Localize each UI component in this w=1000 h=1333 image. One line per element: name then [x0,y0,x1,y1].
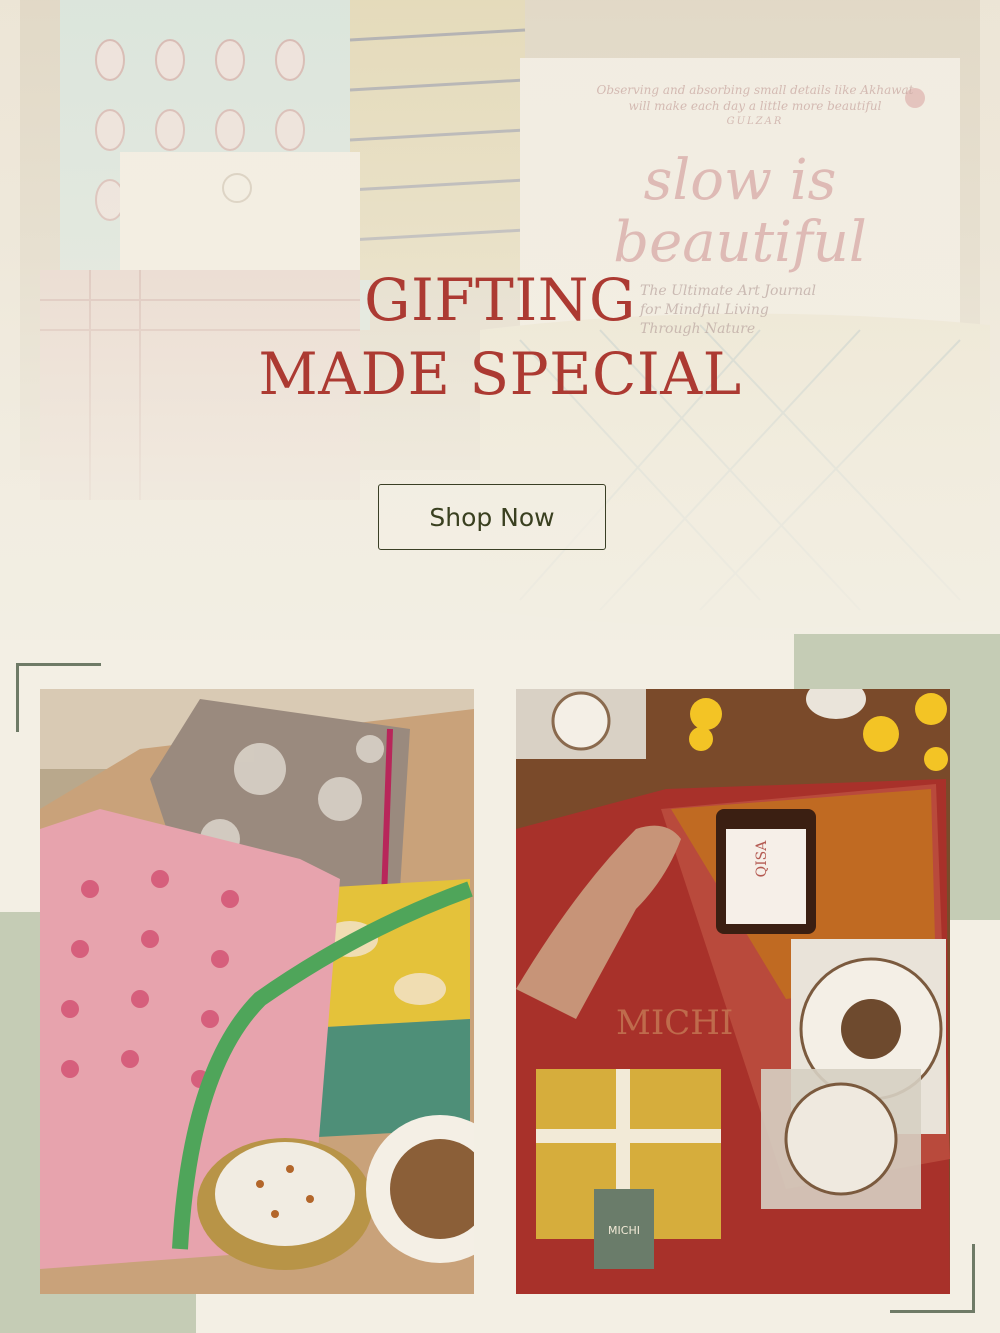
hero-headline: GIFTING MADE SPECIAL [0,268,1000,406]
gift-box-photo-right: QISA MICHI MICHI [516,689,950,1294]
tag-brand-label: MICHI [608,1224,640,1237]
book-quote-author: GULZAR [726,116,784,127]
book-quote-line: will make each day a little more beautif… [628,99,882,113]
headline-line-2: MADE SPECIAL [258,340,742,408]
shop-now-button[interactable]: Shop Now [378,484,606,550]
candle-label: QISA [754,840,770,878]
book-quote: Observing and absorbing small details li… [560,82,950,130]
headline-line-1: GIFTING [364,266,636,334]
gift-box-photo-left [40,689,474,1294]
book-title-line: beautiful [613,210,867,275]
book-title: slow is beautiful [560,150,920,274]
book-quote-line: Observing and absorbing small details li… [596,83,914,97]
shop-now-label: Shop Now [429,502,555,532]
box-brand-label: MICHI [616,1003,733,1043]
book-title-line: slow is [643,148,837,213]
